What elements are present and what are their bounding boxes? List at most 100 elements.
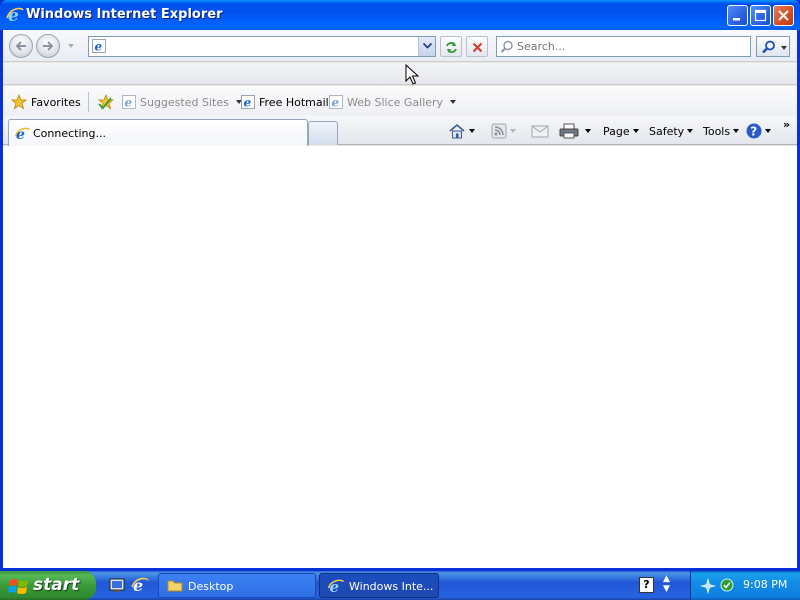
dropdown-arrow-icon[interactable] <box>585 129 591 133</box>
address-dropdown-button[interactable] <box>418 37 435 56</box>
svg-text:e: e <box>332 96 340 110</box>
favorites-label: Favorites <box>31 95 81 109</box>
tab-label: Connecting... <box>33 127 106 140</box>
title-bar[interactable]: e Windows Internet Explorer <box>0 0 800 30</box>
chevron-down-icon <box>423 43 432 49</box>
maximize-button[interactable] <box>750 5 771 26</box>
tools-menu-button[interactable]: Tools <box>703 123 740 139</box>
start-button[interactable]: start <box>0 571 96 600</box>
mouse-cursor-icon <box>405 64 419 85</box>
favorites-item-web-slice-gallery[interactable]: e Web Slice Gallery <box>329 94 457 110</box>
taskbar: start e Desktop e Windows Inte... ? ▲ ▼ 9… <box>0 571 800 600</box>
recent-pages-dropdown[interactable] <box>67 42 75 50</box>
favorites-item-label: Suggested Sites <box>140 95 229 109</box>
tab-connecting[interactable]: e Connecting... <box>8 119 308 146</box>
volume-icon[interactable] <box>719 577 735 593</box>
task-label: Desktop <box>188 580 234 593</box>
refresh-button[interactable] <box>440 36 462 57</box>
read-mail-button[interactable] <box>531 123 549 139</box>
page-menu-label: Page <box>603 124 630 138</box>
favorites-item-suggested-sites[interactable]: e Suggested Sites <box>122 94 242 110</box>
close-button[interactable] <box>773 5 794 26</box>
help-menu-button[interactable]: ? <box>746 123 771 139</box>
address-input[interactable] <box>109 39 409 54</box>
favorites-separator <box>88 92 89 112</box>
forward-button[interactable] <box>36 34 60 58</box>
address-bar[interactable]: e <box>88 36 436 57</box>
svg-text:e: e <box>244 96 252 110</box>
browser-frame: e Search... Favorites e Suggested Sites … <box>3 30 797 568</box>
network-icon[interactable] <box>700 578 716 594</box>
ie-logo-icon: e <box>15 127 30 141</box>
toolbar-overflow-chevron[interactable]: » <box>783 118 790 131</box>
new-tab-button[interactable] <box>308 121 338 145</box>
read-mail-icon <box>531 125 549 138</box>
forward-arrow-icon <box>43 41 54 51</box>
start-label: start <box>33 575 80 595</box>
empty-toolbar <box>3 63 797 85</box>
ie-window: e Windows Internet Explorer e Search... … <box>0 0 800 571</box>
dropdown-arrow-icon[interactable] <box>469 129 475 133</box>
folder-icon <box>167 580 183 592</box>
maximize-icon <box>754 9 767 22</box>
home-icon <box>449 123 465 139</box>
magnifier-icon <box>500 40 513 53</box>
tray-expand-arrows[interactable]: ▲ ▼ <box>663 574 670 594</box>
ie-page-icon: e <box>122 95 136 109</box>
window-title: Windows Internet Explorer <box>26 7 223 22</box>
minimize-icon <box>733 18 740 21</box>
minimize-button[interactable] <box>727 5 748 26</box>
dropdown-arrow-icon <box>733 129 740 133</box>
ie-logo-icon: e <box>6 6 24 24</box>
star-icon <box>11 94 27 110</box>
svg-text:e: e <box>125 96 133 110</box>
tab-bar: e Connecting... Page Safety Tools ? » <box>3 116 797 146</box>
tools-menu-label: Tools <box>703 124 731 138</box>
refresh-icon <box>446 42 457 53</box>
task-label: Windows Inte... <box>349 580 434 593</box>
task-desktop[interactable]: Desktop <box>158 573 316 598</box>
print-button[interactable] <box>559 123 591 139</box>
help-icon: ? <box>746 123 762 139</box>
windows-flag-icon <box>8 579 28 594</box>
search-box[interactable] <box>496 36 751 57</box>
safety-menu-button[interactable]: Safety <box>649 123 694 139</box>
search-button[interactable] <box>756 36 790 57</box>
help-tray-icon[interactable]: ? <box>639 577 654 593</box>
printer-icon <box>559 123 579 139</box>
favorites-button[interactable]: Favorites <box>11 94 81 110</box>
ie-page-icon: e <box>329 95 343 109</box>
ie-quicklaunch-icon[interactable]: e <box>131 576 149 594</box>
stop-button[interactable] <box>466 36 488 57</box>
page-icon: e <box>92 39 106 53</box>
dropdown-arrow-icon <box>450 100 457 104</box>
svg-text:?: ? <box>750 125 757 139</box>
task-internet-explorer[interactable]: e Windows Inte... <box>319 573 439 598</box>
favorites-bar: Favorites e Suggested Sites e Free Hotma… <box>3 86 797 116</box>
ie-page-icon: e <box>241 95 255 109</box>
ie-logo-icon: e <box>328 578 344 594</box>
favorites-item-free-hotmail[interactable]: e Free Hotmail <box>241 94 329 110</box>
back-arrow-icon <box>15 41 26 51</box>
safety-menu-label: Safety <box>649 124 685 138</box>
clock[interactable]: 9:08 PM <box>743 578 787 591</box>
page-content-area[interactable] <box>3 146 797 568</box>
favorites-item-label: Free Hotmail <box>259 95 329 109</box>
page-menu-button[interactable]: Page <box>603 123 639 139</box>
favorites-item-label: Web Slice Gallery <box>347 95 444 109</box>
rss-feed-icon <box>491 123 507 139</box>
feeds-button[interactable] <box>491 123 516 139</box>
home-button[interactable] <box>448 123 475 139</box>
magnifier-icon <box>762 40 775 54</box>
dropdown-arrow-icon <box>632 129 639 133</box>
search-options-dropdown[interactable] <box>781 46 787 50</box>
navigation-bar: e <box>3 30 797 62</box>
dropdown-arrow-icon[interactable] <box>510 129 516 133</box>
svg-text:e: e <box>95 40 103 54</box>
add-to-favorites-bar-button[interactable] <box>97 94 115 110</box>
back-button[interactable] <box>9 34 33 58</box>
search-input[interactable] <box>517 39 745 54</box>
dropdown-arrow-icon <box>765 129 771 133</box>
show-desktop-icon[interactable] <box>108 576 126 594</box>
system-tray: 9:08 PM <box>690 571 800 600</box>
